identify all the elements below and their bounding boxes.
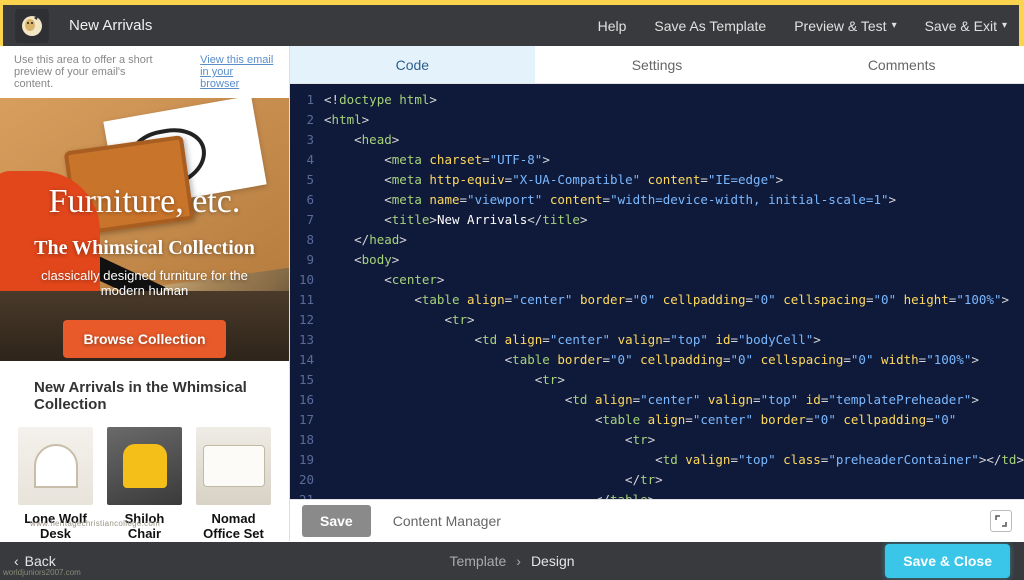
app-header: New Arrivals Help Save As Template Previ… — [0, 0, 1024, 46]
save-as-template-link[interactable]: Save As Template — [654, 18, 766, 34]
product-image — [18, 427, 93, 505]
tab-comments[interactable]: Comments — [779, 46, 1024, 83]
breadcrumb: Template › Design — [449, 553, 574, 569]
chevron-down-icon: ▾ — [1002, 20, 1007, 31]
campaign-title[interactable]: New Arrivals — [69, 17, 152, 34]
editor-panel: Code Settings Comments 1<!doctype html>2… — [290, 46, 1024, 541]
tab-code[interactable]: Code — [290, 46, 535, 83]
chevron-right-icon: › — [516, 553, 521, 569]
watermark: www.heritagechristiancollege.com — [30, 519, 160, 528]
hero-subheading: The Whimsical Collection — [20, 237, 269, 260]
main-split: Use this area to offer a short preview o… — [0, 46, 1024, 541]
product-image — [107, 427, 182, 505]
editor-tabs: Code Settings Comments — [290, 46, 1024, 84]
hero-text: Furniture, etc. The Whimsical Collection… — [0, 183, 289, 358]
back-label: Back — [25, 553, 56, 569]
preview-test-label: Preview & Test — [794, 18, 886, 34]
preheader-hint[interactable]: Use this area to offer a short preview o… — [14, 54, 160, 90]
save-exit-label: Save & Exit — [925, 18, 997, 34]
chevron-left-icon: ‹ — [14, 553, 19, 569]
expand-editor-icon[interactable] — [990, 510, 1012, 532]
watermark: worldjuniors2007.com — [3, 568, 81, 577]
breadcrumb-template[interactable]: Template — [449, 553, 506, 569]
tab-settings[interactable]: Settings — [535, 46, 780, 83]
hero-tagline: classically designed furniture for the m… — [20, 268, 269, 298]
product-image — [196, 427, 271, 505]
save-exit-menu[interactable]: Save & Exit ▾ — [925, 18, 1007, 34]
back-button[interactable]: ‹ Back — [14, 553, 56, 569]
app-footer: ‹ Back Template › Design Save & Close — [0, 542, 1024, 580]
section-title: New Arrivals in the Whimsical Collection — [0, 361, 289, 427]
mailchimp-logo-icon[interactable] — [15, 9, 49, 43]
product-name: Nomad Office Set — [196, 511, 271, 541]
code-editor[interactable]: 1<!doctype html>2<html>3 <head>4 <meta c… — [290, 84, 1024, 499]
product-card[interactable]: Nomad Office Set — [196, 427, 271, 541]
hero-image-block[interactable]: Furniture, etc. The Whimsical Collection… — [0, 98, 289, 361]
save-button[interactable]: Save — [302, 505, 371, 537]
preview-pane: Use this area to offer a short preview o… — [0, 46, 290, 541]
preview-test-menu[interactable]: Preview & Test ▾ — [794, 18, 896, 34]
chevron-down-icon: ▾ — [892, 20, 897, 31]
browse-collection-button[interactable]: Browse Collection — [63, 320, 225, 358]
editor-toolbar: Save Content Manager — [290, 499, 1024, 541]
view-in-browser-link[interactable]: View this email in your browser — [200, 54, 275, 90]
preheader-row: Use this area to offer a short preview o… — [0, 46, 289, 98]
save-close-button[interactable]: Save & Close — [885, 544, 1010, 578]
help-link[interactable]: Help — [598, 18, 627, 34]
breadcrumb-design[interactable]: Design — [531, 553, 575, 569]
hero-heading: Furniture, etc. — [20, 183, 269, 221]
header-actions: Help Save As Template Preview & Test ▾ Sa… — [598, 18, 1007, 34]
content-manager-link[interactable]: Content Manager — [393, 513, 501, 529]
